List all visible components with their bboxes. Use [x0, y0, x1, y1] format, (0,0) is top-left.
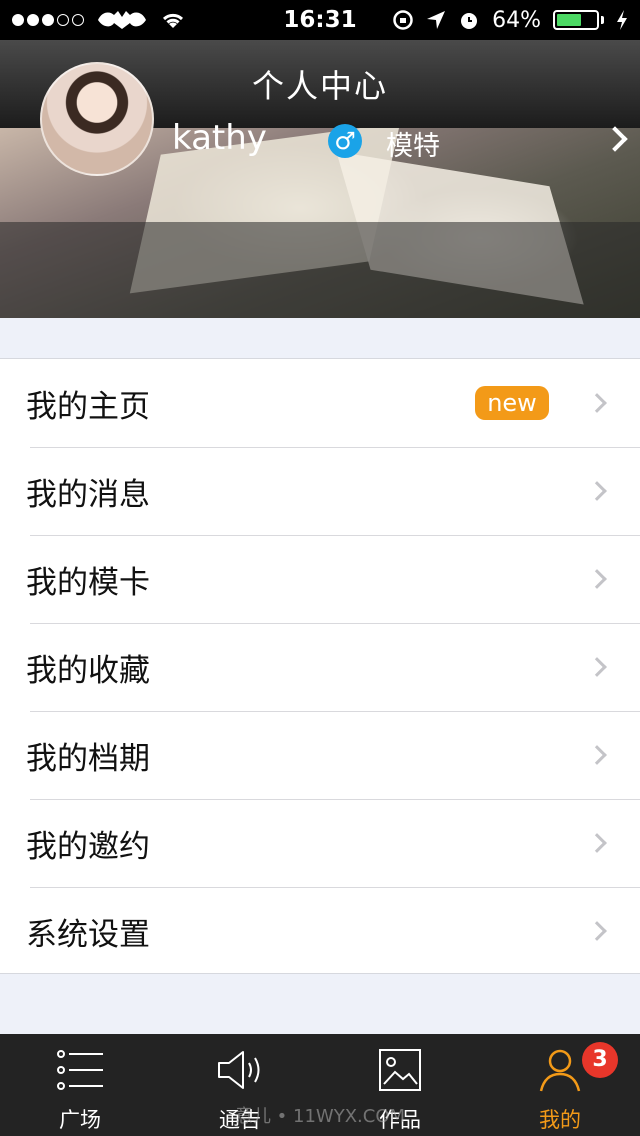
- new-badge: new: [475, 386, 549, 420]
- rotation-lock-icon: [393, 10, 413, 30]
- menu-item-label: 我的模卡: [26, 564, 150, 601]
- avatar[interactable]: [40, 62, 154, 176]
- signal-strength-icon: [12, 14, 84, 26]
- menu-item-label: 我的档期: [26, 740, 150, 777]
- username: kathy: [172, 118, 267, 158]
- menu-item-label: 我的收藏: [26, 652, 150, 689]
- person-icon: [539, 1049, 581, 1092]
- battery-icon: [553, 10, 604, 30]
- tab-label: 作品: [379, 1108, 421, 1132]
- alarm-icon: [461, 13, 478, 29]
- menu-item-settings[interactable]: 系统设置: [0, 887, 640, 975]
- menu-item-label: 我的主页: [26, 388, 150, 425]
- status-bar: 16:31 64%: [0, 0, 640, 40]
- tab-plaza[interactable]: 广场: [0, 1034, 160, 1136]
- page-title: 个人中心: [251, 67, 388, 105]
- menu-item-label: 系统设置: [26, 916, 150, 953]
- chevron-right-icon: [587, 921, 607, 941]
- menu-item-model-card[interactable]: 我的模卡: [0, 535, 640, 623]
- tab-announcements[interactable]: 通告: [160, 1034, 320, 1136]
- notification-badge: 3: [582, 1042, 618, 1078]
- menu-item-label: 我的消息: [26, 476, 150, 513]
- profile-strip[interactable]: [0, 222, 640, 318]
- wifi-icon: [162, 13, 184, 28]
- tab-label: 通告: [219, 1108, 261, 1132]
- status-left: [12, 9, 186, 31]
- speaker-icon: [218, 1051, 260, 1089]
- menu-item-label: 我的邀约: [26, 828, 150, 865]
- tab-works[interactable]: 作品: [320, 1034, 480, 1136]
- menu-item-invitations[interactable]: 我的邀约: [0, 799, 640, 887]
- menu-item-messages[interactable]: 我的消息: [0, 447, 640, 535]
- charging-icon: [617, 10, 627, 30]
- tab-mine[interactable]: 我的: [480, 1034, 640, 1136]
- chevron-right-icon: [587, 393, 607, 413]
- user-role: 模特: [386, 131, 440, 162]
- tab-label: 我的: [539, 1108, 581, 1132]
- status-right: 64%: [392, 8, 628, 33]
- chevron-right-icon: [587, 657, 607, 677]
- chevron-right-icon: [587, 745, 607, 765]
- menu-item-schedule[interactable]: 我的档期: [0, 711, 640, 799]
- tab-bar: 广场 通告 作品 我的: [0, 1034, 640, 1136]
- carrier-logo-icon: [98, 11, 146, 29]
- chevron-right-icon: [587, 833, 607, 853]
- list-icon: [57, 1050, 103, 1090]
- chevron-right-icon: [587, 569, 607, 589]
- picture-icon: [379, 1049, 421, 1091]
- male-gender-icon: ♂: [328, 124, 362, 158]
- tab-label: 广场: [59, 1108, 101, 1132]
- menu-list: 我的主页 new 我的消息 我的模卡 我的收藏 我的档期 我的邀约 系统设置: [0, 358, 640, 974]
- chevron-right-icon: [587, 481, 607, 501]
- battery-percentage: 64%: [492, 7, 541, 33]
- menu-item-homepage[interactable]: 我的主页 new: [0, 359, 640, 447]
- menu-item-favorites[interactable]: 我的收藏: [0, 623, 640, 711]
- location-icon: [427, 11, 446, 29]
